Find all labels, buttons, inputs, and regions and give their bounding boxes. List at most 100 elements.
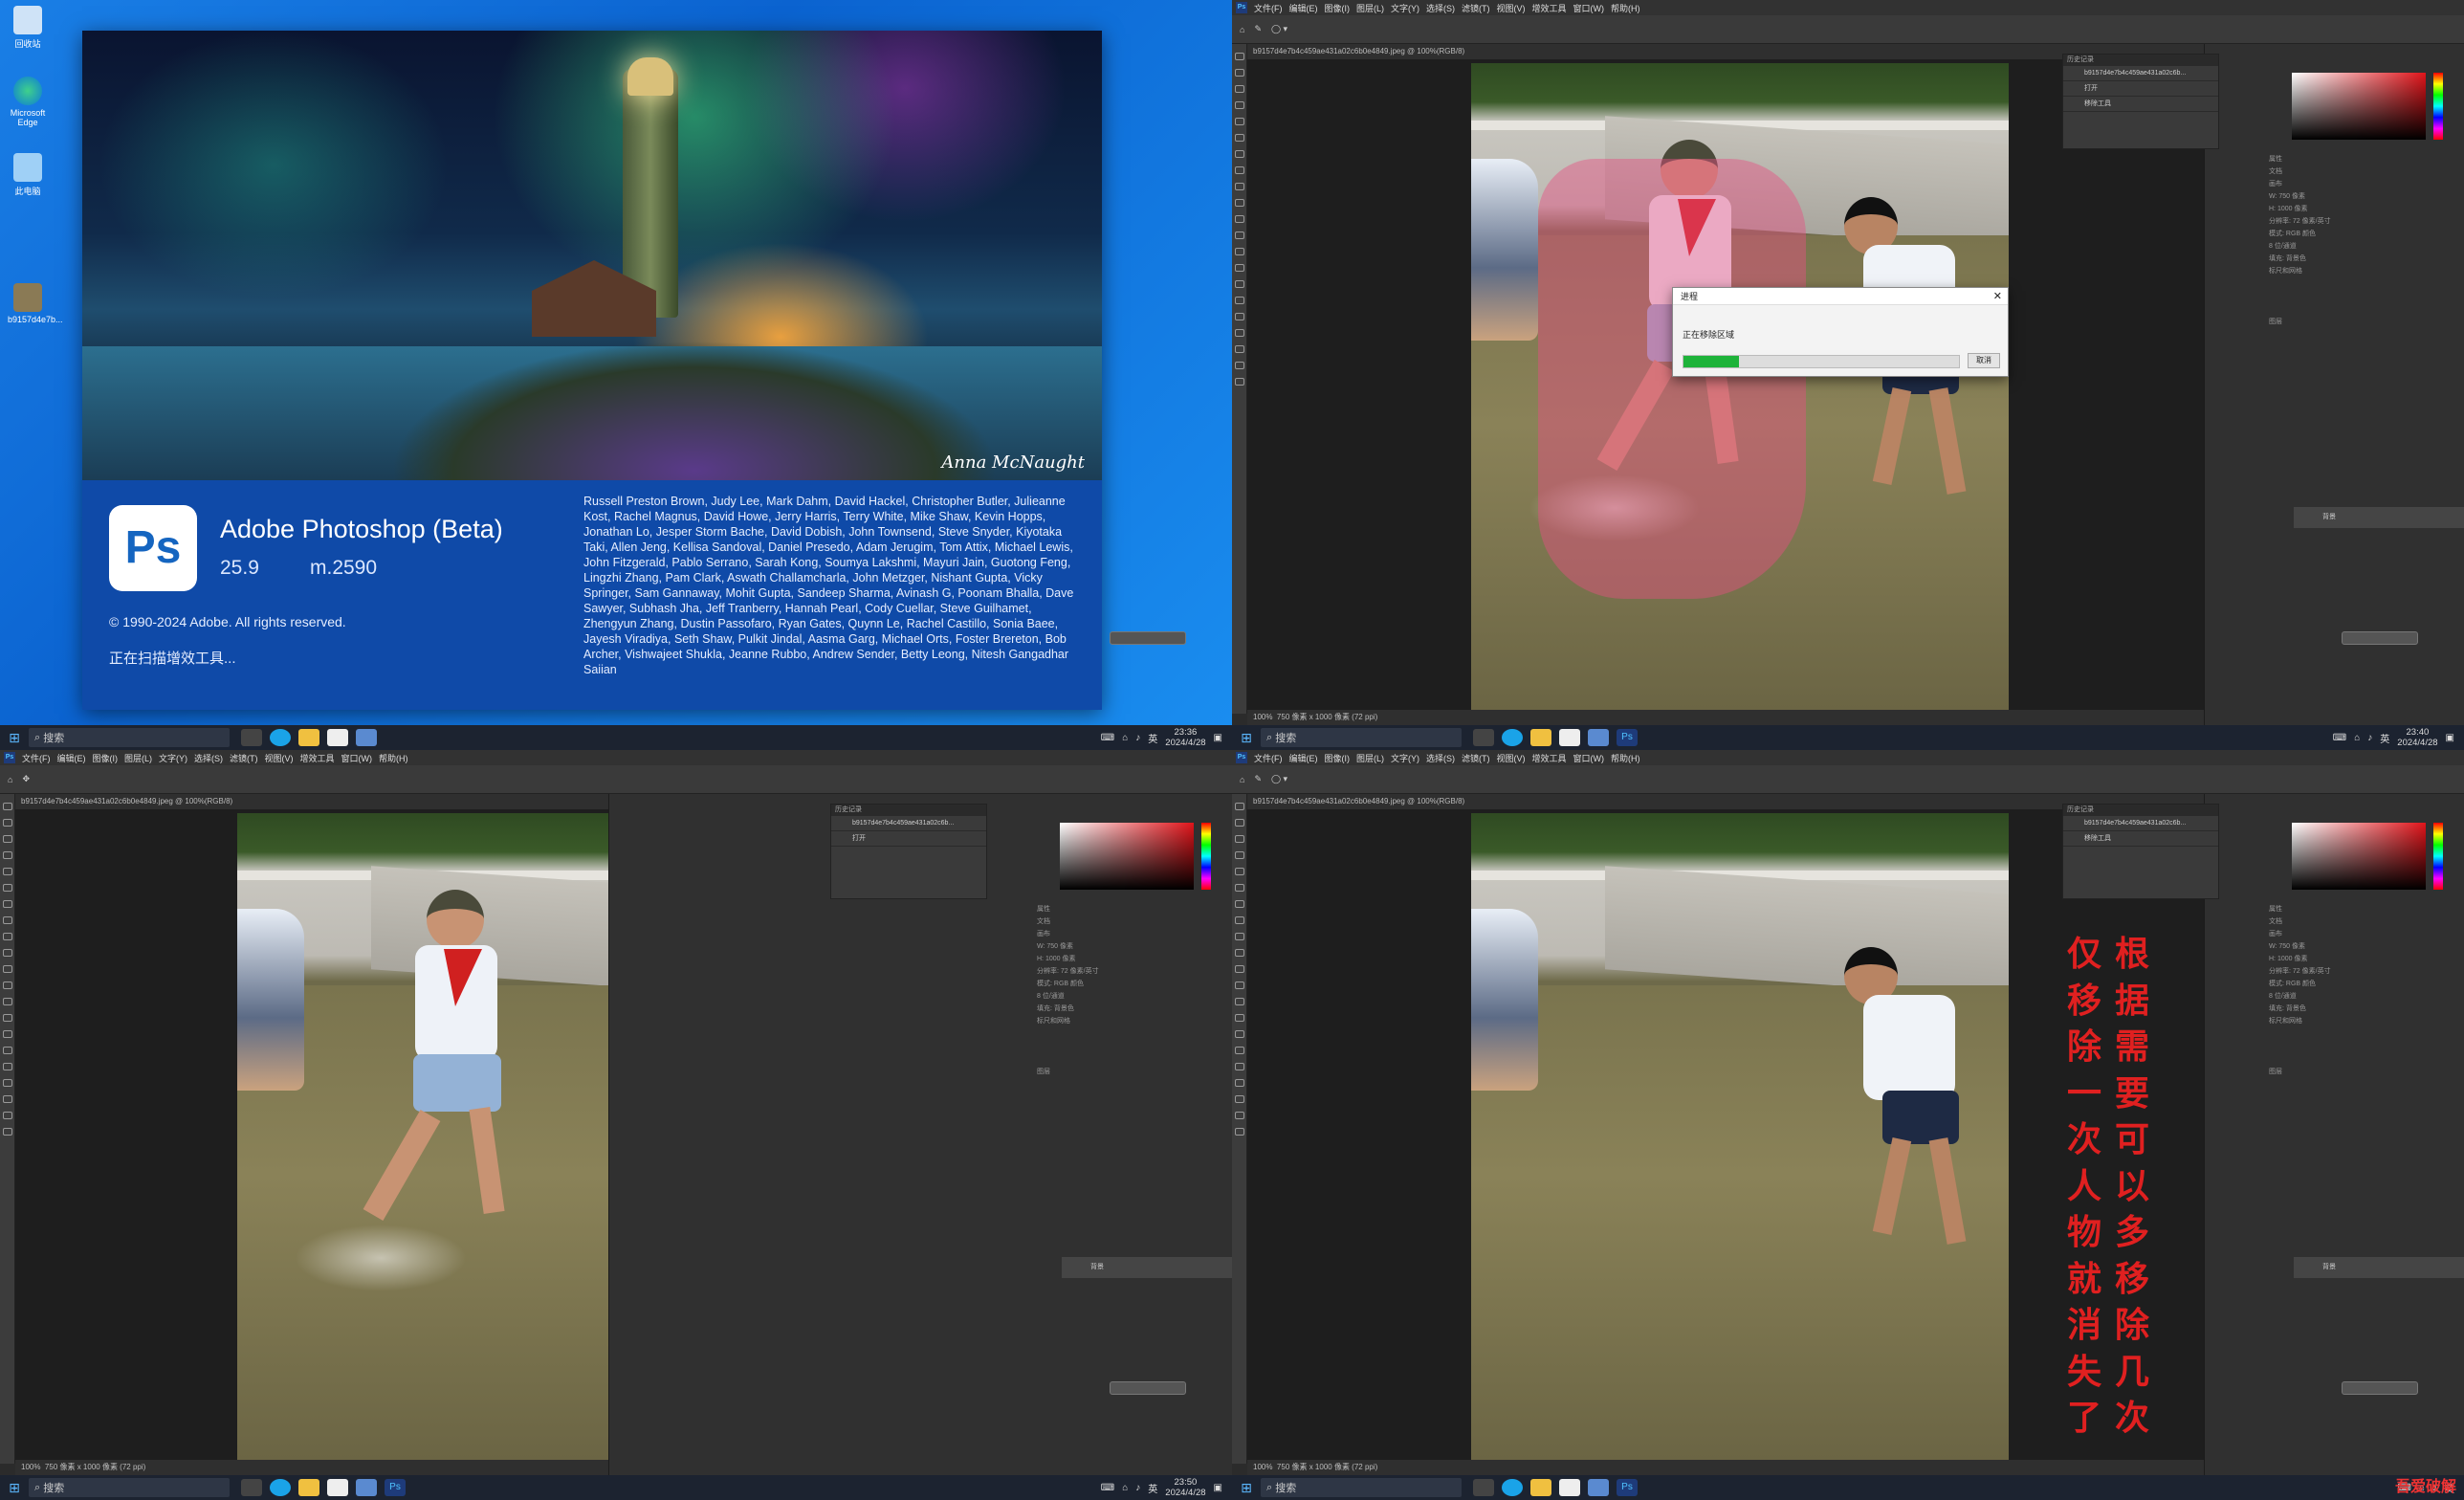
file-explorer-icon[interactable]: [1530, 729, 1551, 746]
file-explorer-icon[interactable]: [298, 729, 319, 746]
menu-image[interactable]: 图像(I): [93, 752, 119, 764]
type-tool-icon[interactable]: [1234, 1063, 1244, 1070]
store-icon[interactable]: [1559, 729, 1580, 746]
blur-tool-icon[interactable]: [2, 1014, 12, 1022]
menu-view[interactable]: 视图(V): [265, 752, 294, 764]
props-tab[interactable]: 属性: [2269, 153, 2464, 165]
hand-tool-icon[interactable]: [1234, 1112, 1244, 1119]
input-language[interactable]: 英: [1148, 1481, 1157, 1495]
taskbar-clock[interactable]: 23:50 2024/4/28: [1165, 1477, 1205, 1498]
store-icon[interactable]: [327, 729, 348, 746]
brush-tool-icon[interactable]: [1234, 933, 1244, 940]
document-tab[interactable]: b9157d4e7b4c459ae431a02c6b0e4849.jpeg @ …: [1247, 794, 2204, 809]
network-icon[interactable]: ⌂: [1122, 1483, 1128, 1493]
notification-icon[interactable]: ▣: [1214, 733, 1222, 743]
photoshop-taskbar-icon[interactable]: Ps: [1617, 729, 1638, 746]
blur-tool-icon[interactable]: [1234, 264, 1244, 272]
zoom-level[interactable]: 100%: [21, 1463, 40, 1471]
lasso-tool-icon[interactable]: [1234, 835, 1244, 843]
zoom-level[interactable]: 100%: [1253, 713, 1272, 721]
document-canvas[interactable]: [1471, 813, 2009, 1460]
store-icon[interactable]: [1559, 1479, 1580, 1496]
history-item[interactable]: b9157d4e7b4c459ae431a02c6b...: [2063, 816, 2218, 831]
history-brush-icon[interactable]: [1234, 965, 1244, 973]
pen-tool-icon[interactable]: [1234, 1047, 1244, 1054]
frame-tool-icon[interactable]: [1234, 884, 1244, 892]
height-field[interactable]: H: 1000 像素: [1037, 953, 1232, 965]
frame-tool-icon[interactable]: [2, 884, 12, 892]
object-select-tool-icon[interactable]: [1234, 101, 1244, 109]
menu-view[interactable]: 视图(V): [1497, 2, 1526, 14]
zoom-tool-icon[interactable]: [2, 1128, 12, 1136]
fill-select[interactable]: 填充: 背景色: [2269, 1003, 2464, 1015]
lasso-tool-icon[interactable]: [2, 835, 12, 843]
gradient-tool-icon[interactable]: [1234, 248, 1244, 255]
task-view-icon[interactable]: [241, 1479, 262, 1496]
floating-context-bar[interactable]: [2342, 631, 2418, 645]
width-field[interactable]: W: 750 像素: [2269, 190, 2464, 203]
taskbar-clock[interactable]: 23:40 2024/4/28: [2397, 727, 2437, 748]
windows-start-icon[interactable]: ⊞: [1232, 1480, 1261, 1496]
crop-tool-icon[interactable]: [2, 868, 12, 875]
menu-edit[interactable]: 编辑(E): [1289, 2, 1318, 14]
menu-filter[interactable]: 滤镜(T): [1462, 752, 1490, 764]
stamp-tool-icon[interactable]: [1234, 949, 1244, 957]
move-tool-icon[interactable]: [1234, 53, 1244, 60]
mail-icon[interactable]: [1588, 729, 1609, 746]
file-explorer-icon[interactable]: [298, 1479, 319, 1496]
document-canvas[interactable]: [1471, 63, 2009, 710]
history-brush-icon[interactable]: [2, 965, 12, 973]
menu-plugins[interactable]: 增效工具: [1532, 752, 1567, 764]
hue-slider[interactable]: [2433, 823, 2443, 890]
windows-start-icon[interactable]: ⊞: [0, 1480, 29, 1496]
path-select-icon[interactable]: [2, 1079, 12, 1087]
menu-layer[interactable]: 图层(L): [124, 752, 152, 764]
menu-window[interactable]: 窗口(W): [1573, 2, 1605, 14]
gradient-tool-icon[interactable]: [2, 998, 12, 1005]
taskbar-search-input[interactable]: ⌕ 搜索: [29, 728, 230, 747]
menu-edit[interactable]: 编辑(E): [1289, 752, 1318, 764]
frame-tool-icon[interactable]: [1234, 134, 1244, 142]
brush-size-control[interactable]: ◯ ▾: [1271, 24, 1287, 34]
crop-tool-icon[interactable]: [1234, 118, 1244, 125]
menu-window[interactable]: 窗口(W): [341, 752, 373, 764]
type-tool-icon[interactable]: [2, 1063, 12, 1070]
network-icon[interactable]: ⌂: [1122, 733, 1128, 743]
stamp-tool-icon[interactable]: [2, 949, 12, 957]
floating-context-bar[interactable]: [2342, 1381, 2418, 1395]
network-icon[interactable]: ⌂: [2354, 733, 2360, 743]
volume-icon[interactable]: ♪: [1135, 733, 1140, 743]
desktop-icon-this-pc[interactable]: 此电脑: [8, 153, 48, 197]
eraser-tool-icon[interactable]: [1234, 232, 1244, 239]
menu-window[interactable]: 窗口(W): [1573, 752, 1605, 764]
edge-taskbar-icon[interactable]: [270, 729, 291, 746]
hand-tool-icon[interactable]: [2, 1112, 12, 1119]
menu-select[interactable]: 选择(S): [194, 752, 223, 764]
mail-icon[interactable]: [356, 1479, 377, 1496]
menu-image[interactable]: 图像(I): [1325, 2, 1351, 14]
crop-tool-icon[interactable]: [1234, 868, 1244, 875]
props-tab[interactable]: 属性: [1037, 903, 1232, 915]
dodge-tool-icon[interactable]: [1234, 280, 1244, 288]
document-tab[interactable]: b9157d4e7b4c459ae431a02c6b0e4849.jpeg @ …: [1247, 44, 2204, 59]
color-picker-field[interactable]: [2292, 73, 2426, 140]
desktop-icon-image-file[interactable]: b9157d4e7b...: [8, 283, 63, 324]
eraser-tool-icon[interactable]: [1234, 982, 1244, 989]
notification-icon[interactable]: ▣: [2446, 733, 2454, 743]
menu-file[interactable]: 文件(F): [1254, 2, 1283, 14]
file-explorer-icon[interactable]: [1530, 1479, 1551, 1496]
menu-file[interactable]: 文件(F): [22, 752, 51, 764]
volume-icon[interactable]: ♪: [2367, 733, 2372, 743]
menu-layer[interactable]: 图层(L): [1356, 752, 1384, 764]
brush-size-control[interactable]: ◯ ▾: [1271, 774, 1287, 784]
menu-type[interactable]: 文字(Y): [1391, 752, 1419, 764]
dodge-tool-icon[interactable]: [2, 1030, 12, 1038]
close-icon[interactable]: ✕: [1993, 290, 2002, 302]
stamp-tool-icon[interactable]: [1234, 199, 1244, 207]
eraser-tool-icon[interactable]: [2, 982, 12, 989]
brush-tool-icon[interactable]: [2, 933, 12, 940]
remove-tool-icon[interactable]: ✎: [1254, 774, 1262, 784]
color-picker-field[interactable]: [2292, 823, 2426, 890]
edge-taskbar-icon[interactable]: [1502, 729, 1523, 746]
task-view-icon[interactable]: [241, 729, 262, 746]
